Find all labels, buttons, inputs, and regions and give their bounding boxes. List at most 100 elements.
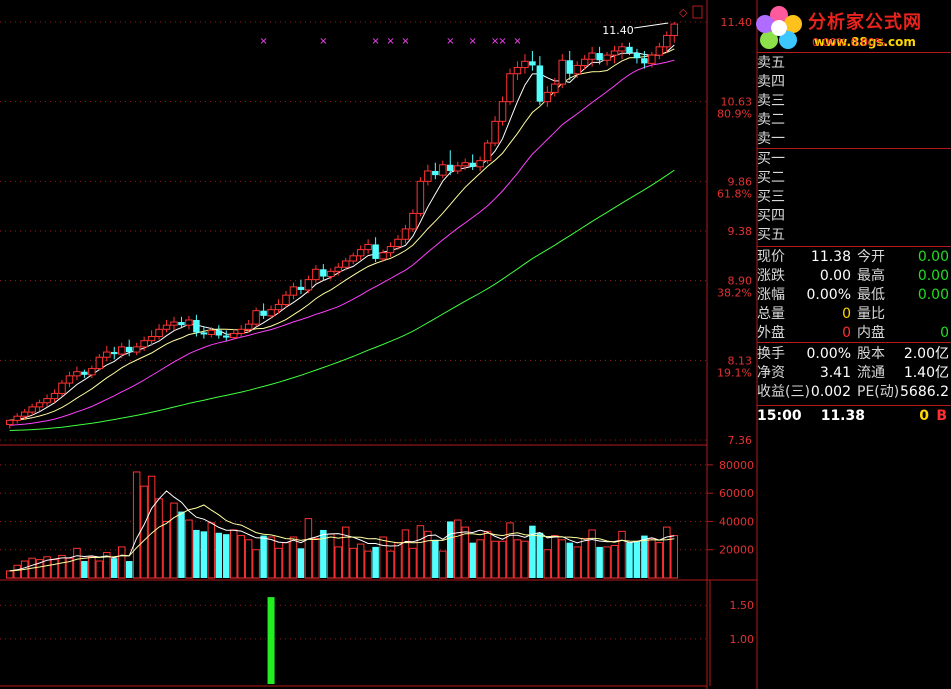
order-book-sell-row: 卖三 <box>757 92 951 111</box>
candle-body <box>103 351 111 358</box>
order-book-sell-row: 卖一 <box>757 130 951 149</box>
tick-volume: 0 <box>919 408 929 424</box>
flower-logo-icon <box>756 6 802 49</box>
order-book-label: 买二 <box>757 170 785 186</box>
volume-bar <box>185 519 193 579</box>
volume-bar <box>469 542 476 578</box>
volume-bar <box>648 537 656 579</box>
order-book-buy-row: 买一 <box>757 150 951 169</box>
tick-time: 15:00 <box>757 408 802 424</box>
volume-bar <box>364 550 372 579</box>
ma10-line <box>9 48 675 421</box>
candle-body <box>364 243 372 251</box>
volume-bar <box>655 542 664 579</box>
fundamentals-label: 收益(三) <box>757 384 810 400</box>
volume-bar <box>453 519 462 579</box>
panel-separator <box>757 342 951 343</box>
candle-body <box>223 335 230 338</box>
volume-bar <box>401 529 410 579</box>
fundamentals-row: 换手 0.00% 股本 2.00亿 <box>757 345 951 364</box>
volume-tick-label: 80000 <box>719 459 754 472</box>
volume-bar <box>626 542 633 578</box>
candle-body <box>117 346 126 355</box>
signal-marker: × <box>371 36 379 47</box>
volume-bar <box>439 550 447 579</box>
candle-body <box>237 328 245 334</box>
volume-bar <box>334 546 343 579</box>
candle-body <box>521 60 529 69</box>
volume-bar <box>536 532 544 578</box>
signal-marker: × <box>513 36 521 47</box>
quote-label: 涨幅 <box>757 287 785 303</box>
candle-body <box>610 50 619 56</box>
logo-title: 分析家公式网 <box>808 12 922 33</box>
order-book-buy-row: 买五 <box>757 226 951 245</box>
quote-value: 0.00 <box>917 287 949 303</box>
volume-bar <box>498 540 507 579</box>
volume-bar <box>491 540 499 579</box>
candle-body <box>304 279 313 291</box>
candlesticks[interactable] <box>5 22 679 429</box>
volume-bar <box>551 535 559 579</box>
fib-pct-label: 19.1% <box>717 366 752 379</box>
candle-body <box>13 415 21 421</box>
volume-bar <box>566 542 573 578</box>
quote-label: 现价 <box>757 249 785 265</box>
volume-bar <box>207 522 216 579</box>
volume-bar <box>580 537 589 579</box>
candle-body <box>491 120 499 144</box>
candle-body <box>663 34 671 48</box>
volume-tick-label: 60000 <box>719 487 754 500</box>
signal-marker: × <box>401 36 409 47</box>
volume-bar <box>432 539 439 578</box>
candle-body <box>543 91 552 103</box>
max-price-arrow <box>634 22 669 29</box>
quote-label: 量比 <box>857 306 885 322</box>
volume-bar <box>596 546 603 578</box>
candle-body <box>35 402 44 408</box>
candle-body <box>252 310 260 325</box>
candle-body <box>394 238 402 248</box>
quote-row: 涨幅 0.00% 最低 0.00 <box>757 286 951 305</box>
volume-bar <box>289 536 298 579</box>
candle-body <box>274 303 283 311</box>
tick-price: 11.38 <box>820 408 865 424</box>
volume-bar <box>81 561 88 578</box>
volume-bar <box>260 535 267 578</box>
candle-body <box>506 73 514 103</box>
quote-value: 0.00 <box>819 268 851 284</box>
fundamentals-label: 股本 <box>857 346 885 362</box>
fundamentals-value: 5686.2 <box>900 384 949 400</box>
candle-body <box>588 52 596 60</box>
candle-body <box>626 46 633 54</box>
candle-body <box>185 319 193 326</box>
candle-body <box>282 294 290 305</box>
volume-bar <box>372 546 379 578</box>
candle-body <box>244 323 253 330</box>
panel-toggle-box <box>692 5 703 19</box>
candle-body <box>596 53 603 61</box>
tick-row: 15:00 11.38 0 B <box>757 407 951 426</box>
candle-body <box>529 61 536 66</box>
quote-value: 0 <box>842 306 851 322</box>
volume-bar <box>320 529 327 578</box>
candle-body <box>5 419 14 425</box>
fundamentals-value: 1.40亿 <box>903 365 949 381</box>
volume-bar <box>58 554 66 579</box>
fundamentals-label: PE(动) <box>857 384 900 400</box>
volume-bar <box>483 530 492 579</box>
grid-lines <box>0 21 713 640</box>
candle-body <box>349 255 357 262</box>
candle-body <box>566 60 573 74</box>
candle-body <box>50 392 59 400</box>
volume-bar <box>386 550 395 579</box>
order-book-label: 买三 <box>757 189 785 205</box>
volume-bar <box>274 547 283 579</box>
candle-body <box>341 260 350 268</box>
fib-pct-label: 38.2% <box>717 287 752 300</box>
quote-row: 外盘 0 内盘 0 <box>757 324 951 343</box>
volume-bar <box>633 541 641 578</box>
quote-row: 现价 11.38 今开 0.00 <box>757 248 951 267</box>
order-book-label: 卖三 <box>757 93 785 109</box>
volume-bars[interactable] <box>5 471 679 579</box>
